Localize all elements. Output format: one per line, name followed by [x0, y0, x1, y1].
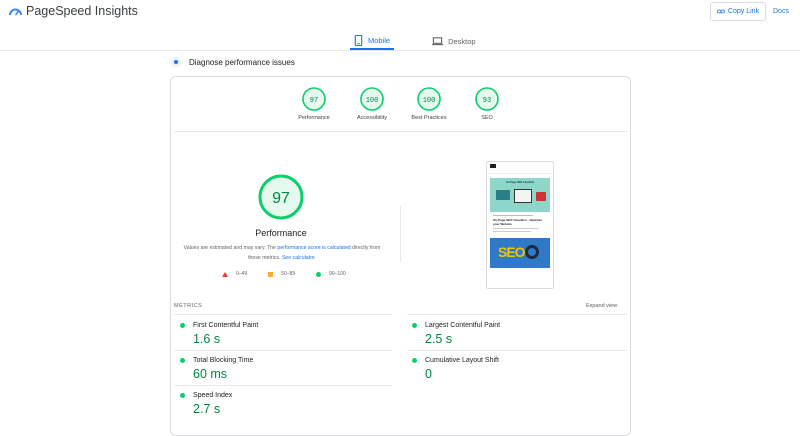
metric-value: 60 ms — [193, 367, 228, 381]
metric-tbt: Total Blocking Time 60 ms — [180, 357, 253, 381]
metric-name: Cumulative Layout Shift — [425, 357, 499, 364]
pass-dot-icon — [180, 358, 185, 363]
metric-lcp: Largest Contentful Paint 2.5 s — [412, 322, 500, 346]
diagnose-icon — [171, 57, 181, 67]
thumb-header — [487, 162, 553, 169]
copy-link-button[interactable]: Copy Link — [710, 2, 766, 21]
circle-icon — [316, 271, 322, 277]
thumb-shape — [536, 192, 546, 201]
thumb-logo — [490, 163, 496, 168]
metric-value: 2.5 s — [425, 332, 453, 346]
gauge-label: Performance — [298, 115, 330, 121]
phone-icon — [354, 34, 363, 46]
performance-description: Values are estimated and may vary. The p… — [182, 243, 382, 263]
svg-text:100: 100 — [366, 97, 379, 105]
device-tabs: Mobile Desktop — [350, 32, 480, 50]
gauge-label: SEO — [481, 115, 493, 121]
metric-name: Total Blocking Time — [193, 357, 254, 364]
thumb-line — [493, 228, 539, 229]
link-icon — [717, 9, 725, 14]
gauge-accessibility[interactable]: 100 Accessibility — [342, 87, 402, 121]
triangle-icon — [222, 271, 228, 277]
performance-big-gauge: 97 — [258, 174, 304, 220]
thumb-seo-image: SEO — [490, 238, 550, 268]
thumb-hero-image: On-Page SEO Checklist — [490, 178, 550, 212]
thumb-shape — [514, 189, 532, 203]
legend-pass: 90–100 — [316, 271, 346, 277]
legend-range: 50–89 — [281, 271, 296, 277]
legend-average: 50–89 — [268, 271, 295, 277]
gauge-performance[interactable]: 97 Performance — [284, 87, 344, 121]
tab-desktop-label: Desktop — [448, 36, 476, 46]
see-calculator-link[interactable]: See calculator. — [282, 255, 316, 261]
copy-link-label: Copy Link — [727, 8, 760, 15]
score-legend: 0–49 50–89 90–100 — [222, 271, 367, 277]
thumb-line — [493, 231, 531, 232]
metric-value: 0 — [425, 367, 432, 381]
thumb-line — [493, 215, 533, 216]
metrics-heading: METRICS — [174, 303, 203, 309]
divider — [174, 350, 392, 351]
metric-name: First Contentful Paint — [193, 322, 259, 329]
gauge-seo[interactable]: 93 SEO — [457, 87, 517, 121]
gauge-label: Accessibility — [357, 115, 387, 121]
thumb-article-title: On-Page SEO Checklist - Optimize your We… — [493, 218, 543, 226]
metric-value: 1.6 s — [193, 332, 221, 346]
diagnose-title: Diagnose performance issues — [189, 57, 295, 67]
performance-title: Performance — [255, 228, 307, 238]
pagespeed-icon — [9, 8, 22, 15]
svg-text:100: 100 — [423, 97, 436, 105]
gauge-best-practices[interactable]: 100 Best Practices — [399, 87, 459, 121]
metric-value: 2.7 s — [193, 402, 221, 416]
expand-view-button[interactable]: Expand view — [586, 303, 617, 309]
divider — [407, 314, 627, 315]
magnifier-icon — [525, 245, 539, 259]
divider — [400, 206, 401, 262]
divider — [174, 131, 628, 132]
score-gauge: 93 — [475, 87, 499, 111]
legend-fail: 0–49 — [222, 271, 247, 277]
desc-text: Values are estimated and may vary. The — [183, 245, 278, 251]
pass-dot-icon — [180, 323, 185, 328]
pass-dot-icon — [180, 393, 185, 398]
square-icon — [268, 271, 274, 277]
svg-text:93: 93 — [483, 97, 491, 105]
pass-dot-icon — [412, 358, 417, 363]
legend-range: 0–49 — [236, 271, 248, 277]
metric-cls: Cumulative Layout Shift 0 — [412, 357, 499, 381]
pass-dot-icon — [412, 323, 417, 328]
divider — [174, 385, 392, 386]
score-gauge: 100 — [360, 87, 384, 111]
divider — [407, 350, 627, 351]
thumb-hero-title: On-Page SEO Checklist — [505, 181, 535, 184]
svg-text:97: 97 — [310, 97, 318, 105]
metric-speed-index: Speed Index 2.7 s — [180, 392, 232, 416]
docs-link[interactable]: Docs — [773, 8, 789, 15]
diagnose-header: Diagnose performance issues — [171, 57, 295, 67]
svg-text:97: 97 — [272, 190, 290, 207]
thumb-shape — [496, 190, 510, 200]
tabs-divider — [0, 50, 800, 51]
thumb-nav — [487, 169, 553, 174]
thumb-seo-text: SEO — [498, 244, 526, 260]
metric-name: Largest Contentful Paint — [425, 322, 501, 329]
page-screenshot-thumbnail: On-Page SEO Checklist On-Page SEO Checkl… — [486, 161, 554, 289]
app-logo[interactable]: PageSpeed Insights — [9, 4, 138, 18]
score-gauge: 97 — [302, 87, 326, 111]
app-title: PageSpeed Insights — [26, 4, 138, 18]
gauge-label: Best Practices — [411, 115, 447, 121]
performance-score-link[interactable]: performance score is calculated — [277, 245, 350, 251]
metric-fcp: First Contentful Paint 1.6 s — [180, 322, 258, 346]
category-gauges: 97 Performance 100 Accessibility 100 Bes… — [0, 87, 800, 127]
laptop-icon — [432, 36, 444, 45]
tab-desktop[interactable]: Desktop — [428, 32, 480, 50]
divider — [174, 314, 392, 315]
legend-range: 90–100 — [329, 271, 346, 277]
tab-mobile-label: Mobile — [368, 35, 391, 45]
thumb-article: On-Page SEO Checklist - Optimize your We… — [487, 212, 553, 232]
top-bar: PageSpeed Insights Copy Link Docs — [0, 0, 800, 26]
metric-name: Speed Index — [193, 392, 233, 399]
tab-mobile[interactable]: Mobile — [350, 32, 395, 50]
score-gauge: 100 — [417, 87, 441, 111]
